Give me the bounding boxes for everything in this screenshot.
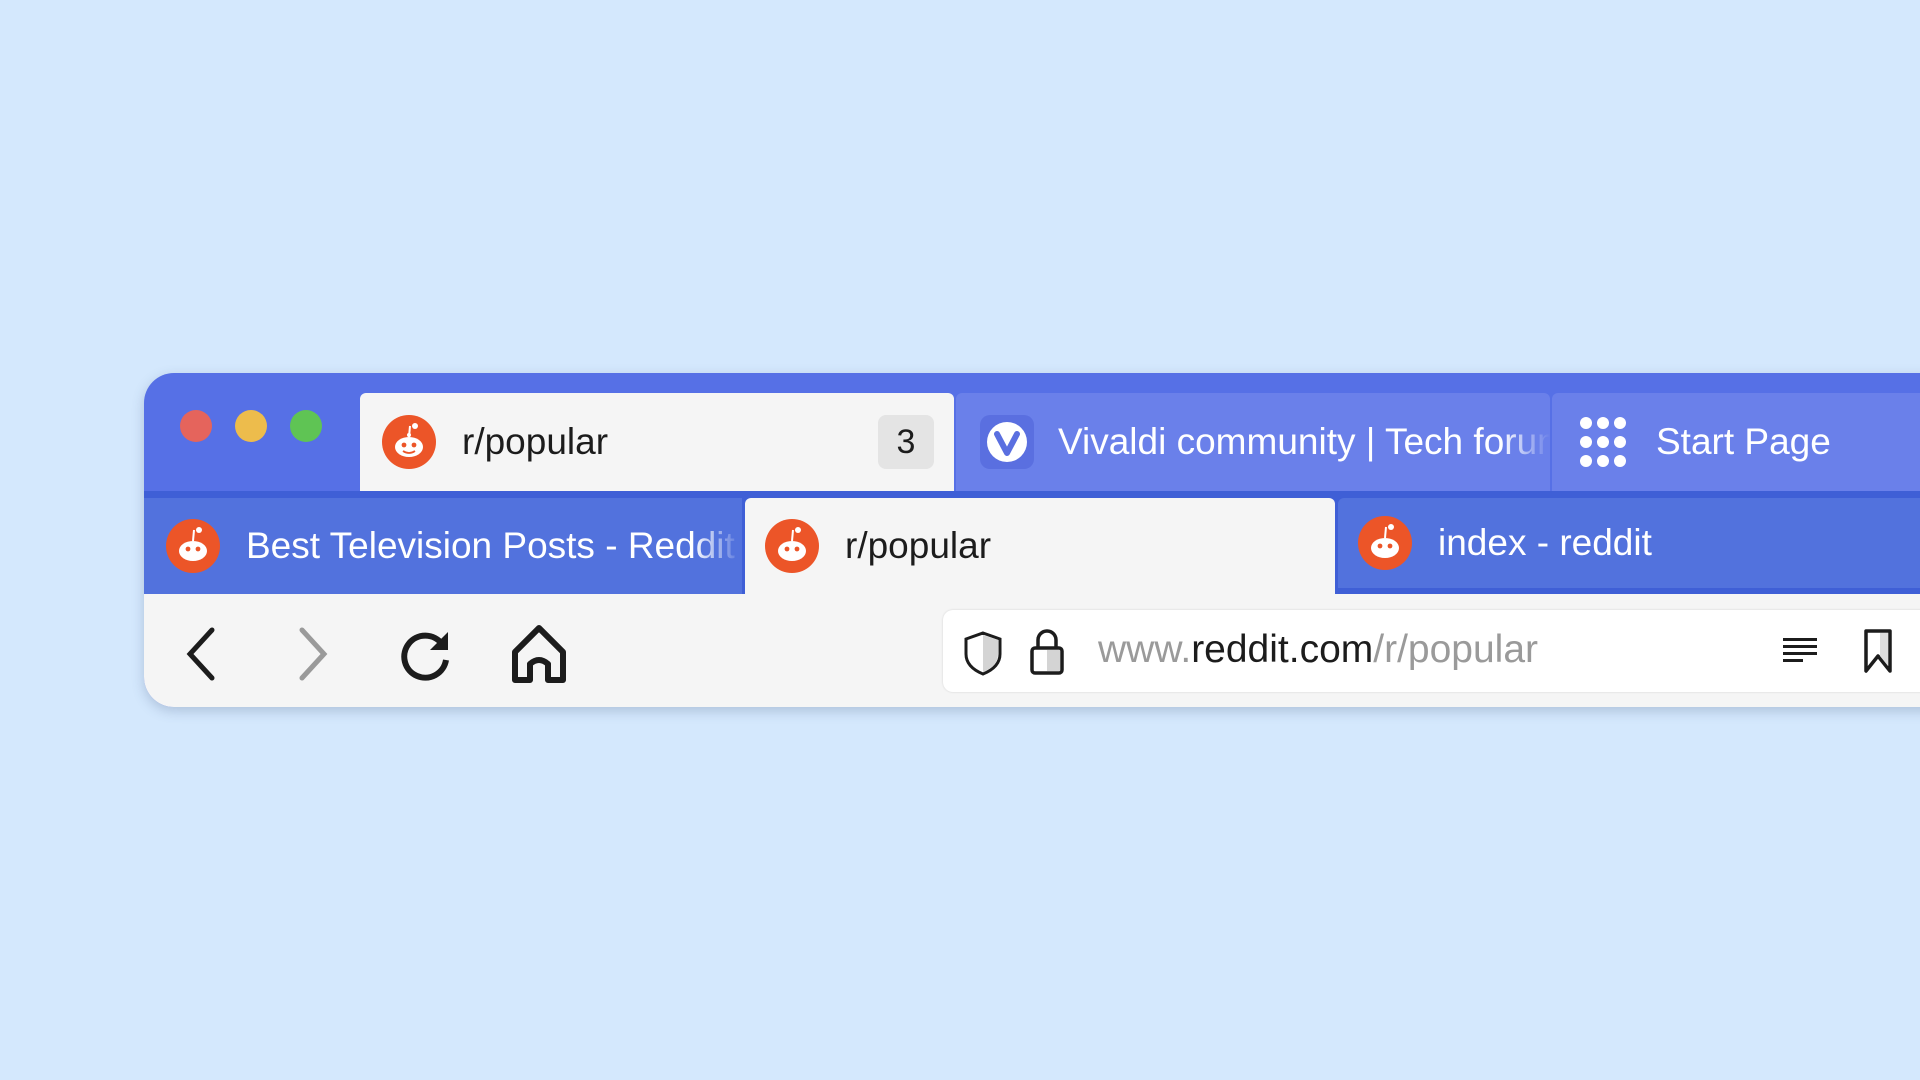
reload-icon[interactable] <box>398 628 454 684</box>
reader-view-icon[interactable] <box>1783 638 1819 664</box>
url-domain: reddit.com <box>1191 628 1374 671</box>
tab-label: Vivaldi community | Tech forum <box>1058 421 1550 462</box>
reddit-icon <box>765 519 819 573</box>
url-prefix: www. <box>1098 628 1192 671</box>
tab-r-popular-active[interactable]: r/popular <box>745 498 1335 594</box>
shield-icon[interactable] <box>963 630 1003 676</box>
reddit-icon <box>382 415 436 469</box>
tab-count-badge: 3 <box>878 415 934 469</box>
tab-label: Start Page <box>1656 421 1831 462</box>
reddit-icon <box>166 519 220 573</box>
forward-icon[interactable] <box>296 626 332 682</box>
navigation-toolbar: www.reddit.com/r/popular <box>144 594 1920 707</box>
tab-vivaldi-community[interactable]: Vivaldi community | Tech forum <box>956 393 1550 491</box>
tab-best-television-posts[interactable]: Best Television Posts - Reddit <box>144 498 742 594</box>
tab-label: Best Television Posts - Reddit <box>246 525 735 566</box>
close-button[interactable] <box>180 410 212 442</box>
home-icon[interactable] <box>510 624 568 684</box>
grid-icon <box>1580 417 1626 467</box>
tab-start-page[interactable]: Start Page <box>1552 393 1920 491</box>
lock-icon[interactable] <box>1029 628 1065 676</box>
reddit-icon <box>1358 516 1412 570</box>
tab-label: r/popular <box>845 525 992 566</box>
url-path: /r/popular <box>1373 628 1539 671</box>
tab-label: r/popular <box>462 421 609 462</box>
bookmark-icon[interactable] <box>1863 628 1893 674</box>
vivaldi-icon <box>980 415 1034 469</box>
url-text[interactable]: www.reddit.com/r/popular <box>1098 628 1538 672</box>
minimize-button[interactable] <box>235 410 267 442</box>
address-bar[interactable]: www.reddit.com/r/popular <box>943 610 1920 692</box>
tab-label: index - reddit <box>1438 522 1652 563</box>
tab-index-reddit[interactable]: index - reddit <box>1338 498 1920 588</box>
zoom-button[interactable] <box>290 410 322 442</box>
back-icon[interactable] <box>182 626 218 682</box>
tab-r-popular-stack[interactable]: r/popular 3 <box>360 393 954 491</box>
browser-window: r/popular 3 Vivaldi community | Tech for… <box>144 373 1920 707</box>
